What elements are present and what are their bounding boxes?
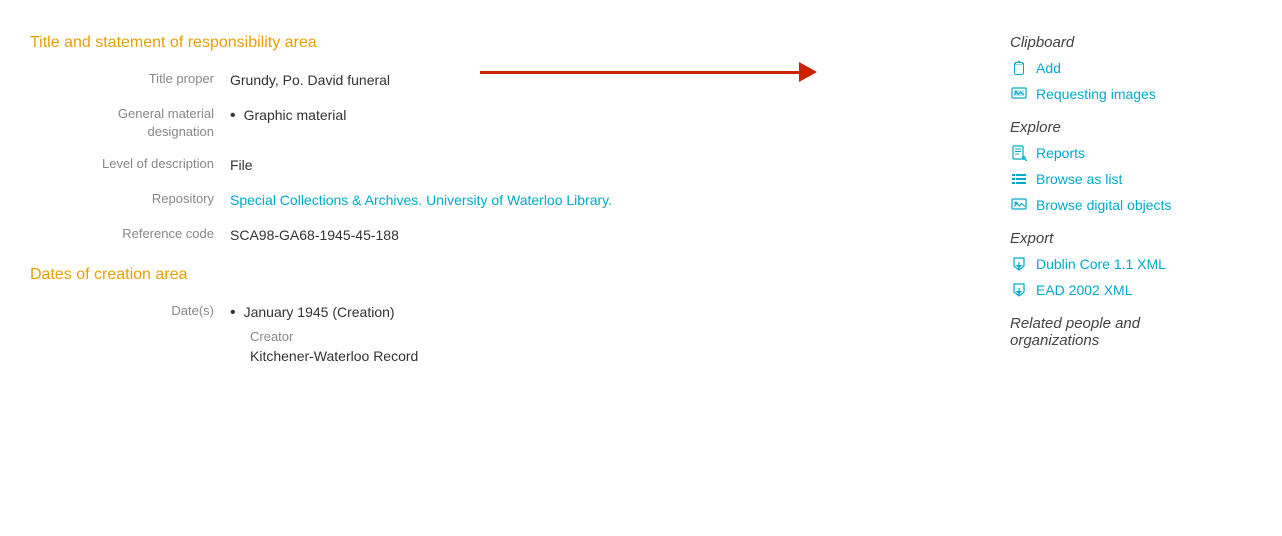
browse-list-label: Browse as list <box>1036 171 1122 187</box>
clipboard-section: Clipboard Add Re <box>1010 34 1220 103</box>
general-material-value: • Graphic material <box>230 103 970 127</box>
general-material-label: General materialdesignation <box>30 103 230 141</box>
level-description-row: Level of description File <box>30 153 970 176</box>
dublin-core-icon <box>1010 255 1028 273</box>
ead-xml-label: EAD 2002 XML <box>1036 282 1133 298</box>
title-proper-row: Title proper Grundy, Po. David funeral <box>30 68 970 91</box>
browse-list-icon <box>1010 170 1028 188</box>
export-section: Export Dublin Core 1.1 XML <box>1010 230 1220 299</box>
explore-section: Explore Reports <box>1010 119 1220 214</box>
reports-label: Reports <box>1036 145 1085 161</box>
title-proper-label: Title proper <box>30 68 230 88</box>
bullet-dot: • <box>230 105 236 127</box>
ead-xml-icon <box>1010 281 1028 299</box>
related-people-section: Related people and organizations <box>1010 315 1220 349</box>
general-material-row: General materialdesignation • Graphic ma… <box>30 103 970 141</box>
dublin-core-item[interactable]: Dublin Core 1.1 XML <box>1010 255 1220 273</box>
repository-value: Special Collections & Archives. Universi… <box>230 188 970 211</box>
add-label: Add <box>1036 60 1061 76</box>
red-arrow <box>480 62 817 82</box>
requesting-images-label: Requesting images <box>1036 86 1156 102</box>
reference-code-row: Reference code SCA98-GA68-1945-45-188 <box>30 223 970 246</box>
explore-title: Explore <box>1010 119 1220 136</box>
arrow-line <box>480 71 800 74</box>
reference-code-label: Reference code <box>30 223 230 243</box>
repository-row: Repository Special Collections & Archive… <box>30 188 970 211</box>
dublin-core-label: Dublin Core 1.1 XML <box>1036 256 1166 272</box>
main-content: Title and statement of responsibility ar… <box>0 20 1000 516</box>
requesting-images-icon <box>1010 85 1028 103</box>
dates-value: • January 1945 (Creation) Creator Kitche… <box>230 300 970 367</box>
repository-link[interactable]: Special Collections & Archives. Universi… <box>230 192 612 208</box>
creator-value: Kitchener-Waterloo Record <box>250 346 970 367</box>
dates-row: Date(s) • January 1945 (Creation) Creato… <box>30 300 970 367</box>
title-section-heading: Title and statement of responsibility ar… <box>30 34 970 52</box>
repository-label: Repository <box>30 188 230 208</box>
browse-digital-label: Browse digital objects <box>1036 197 1171 213</box>
level-description-value: File <box>230 153 970 176</box>
clipboard-title: Clipboard <box>1010 34 1220 51</box>
title-proper-value: Grundy, Po. David funeral <box>230 68 970 91</box>
browse-digital-item[interactable]: Browse digital objects <box>1010 196 1220 214</box>
add-icon <box>1010 59 1028 77</box>
reports-item[interactable]: Reports <box>1010 144 1220 162</box>
reports-icon <box>1010 144 1028 162</box>
reference-code-value: SCA98-GA68-1945-45-188 <box>230 223 970 246</box>
date-bullet-dot: • <box>230 302 236 324</box>
browse-digital-icon <box>1010 196 1028 214</box>
level-description-label: Level of description <box>30 153 230 173</box>
ead-xml-item[interactable]: EAD 2002 XML <box>1010 281 1220 299</box>
creator-label: Creator <box>250 327 970 347</box>
requesting-images-item[interactable]: Requesting images <box>1010 85 1220 103</box>
sidebar: Clipboard Add Re <box>1000 20 1240 516</box>
arrow-head <box>799 62 817 82</box>
dates-section-heading: Dates of creation area <box>30 266 970 284</box>
add-item[interactable]: Add <box>1010 59 1220 77</box>
export-title: Export <box>1010 230 1220 247</box>
dates-label: Date(s) <box>30 300 230 320</box>
browse-list-item[interactable]: Browse as list <box>1010 170 1220 188</box>
related-people-title: Related people and organizations <box>1010 315 1220 349</box>
